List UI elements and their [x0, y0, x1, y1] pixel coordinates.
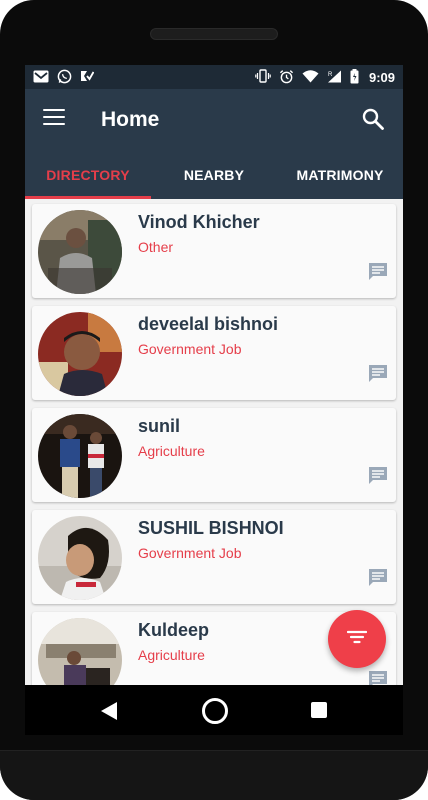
- tab-bar: DIRECTORY NEARBY MATRIMONY: [25, 151, 403, 199]
- page-title: Home: [101, 108, 160, 131]
- earpiece-speaker: [150, 28, 278, 40]
- phone-chin: [0, 750, 428, 800]
- person-name: Vinod Khicher: [138, 212, 260, 232]
- avatar: [38, 414, 122, 498]
- hamburger-menu-icon[interactable]: [43, 109, 65, 127]
- status-time: 9:09: [368, 69, 395, 85]
- person-name: sunil: [138, 416, 181, 436]
- person-name: deveelal bishnoi: [138, 314, 279, 334]
- chat-icon[interactable]: [368, 670, 388, 685]
- person-profession: Agriculture: [138, 647, 205, 663]
- person-profession: Government Job: [138, 545, 242, 561]
- status-bar: R 9:09: [25, 65, 403, 89]
- app-screen: R 9:09 Home DIRECTORY NEARBY MATRIMONY V…: [25, 65, 403, 685]
- chat-icon[interactable]: [368, 466, 388, 486]
- person-name: SUSHIL BISHNOI: [138, 518, 284, 538]
- avatar: [38, 210, 122, 294]
- person-profession: Agriculture: [138, 443, 205, 459]
- app-bar: Home: [25, 89, 403, 151]
- tab-matrimony[interactable]: MATRIMONY: [277, 151, 403, 199]
- list-item[interactable]: deveelal bishnoi Government Job: [32, 306, 396, 400]
- person-profession: Government Job: [138, 341, 242, 357]
- svg-text:R: R: [328, 72, 333, 78]
- tab-nearby[interactable]: NEARBY: [151, 151, 277, 199]
- system-nav-bar: [25, 685, 403, 735]
- back-icon[interactable]: [100, 701, 118, 726]
- filter-button[interactable]: [328, 610, 386, 668]
- avatar: [38, 516, 122, 600]
- wifi-icon: [302, 69, 319, 85]
- avatar: [38, 312, 122, 396]
- list-item[interactable]: SUSHIL BISHNOI Government Job: [32, 510, 396, 604]
- whatsapp-icon: [57, 69, 72, 86]
- home-icon[interactable]: [202, 698, 228, 724]
- task-check-icon: [80, 69, 95, 85]
- person-name: Kuldeep: [138, 620, 210, 640]
- recents-icon[interactable]: [311, 702, 327, 718]
- filter-icon: [346, 630, 368, 649]
- avatar: [38, 618, 122, 685]
- vibrate-icon: [255, 69, 271, 85]
- chat-icon[interactable]: [368, 568, 388, 588]
- alarm-icon: [279, 69, 294, 86]
- chat-icon[interactable]: [368, 364, 388, 384]
- chat-icon[interactable]: [368, 262, 388, 282]
- list-item[interactable]: sunil Agriculture: [32, 408, 396, 502]
- search-icon[interactable]: [361, 107, 385, 131]
- battery-charging-icon: [350, 68, 359, 86]
- gmail-icon: [33, 70, 49, 85]
- signal-icon: R: [327, 70, 342, 85]
- person-profession: Other: [138, 239, 174, 255]
- tab-directory[interactable]: DIRECTORY: [25, 151, 151, 199]
- list-item[interactable]: Vinod Khicher Other: [32, 204, 396, 298]
- phone-frame: R 9:09 Home DIRECTORY NEARBY MATRIMONY V…: [0, 0, 428, 800]
